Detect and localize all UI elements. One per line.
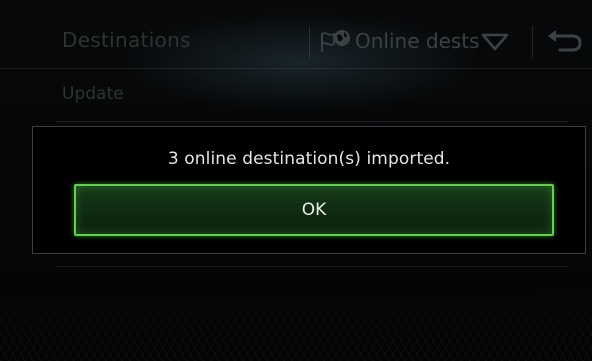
- online-dests-dropdown[interactable]: Online dests: [314, 24, 528, 60]
- back-arrow-icon: [548, 30, 582, 52]
- page-title: Destinations: [62, 28, 191, 52]
- ok-button[interactable]: OK: [74, 184, 554, 236]
- navigation-screen: Destinations Online dests Update 3 onlin…: [0, 0, 592, 361]
- chevron-down-icon: [481, 33, 509, 51]
- list-item-update[interactable]: Update: [0, 70, 592, 122]
- dialog-message: 3 online destination(s) imported.: [167, 149, 451, 169]
- list-separator: [56, 121, 568, 122]
- online-destinations-icon: [321, 30, 350, 52]
- back-button[interactable]: [538, 24, 586, 60]
- online-dests-label: Online dests: [355, 29, 480, 53]
- ok-button-label: OK: [301, 200, 327, 220]
- list-item-label: Update: [62, 84, 124, 104]
- list-separator: [56, 266, 568, 267]
- bottom-texture: [0, 281, 592, 361]
- header-bar: Destinations Online dests: [0, 0, 592, 69]
- header-divider: [309, 26, 310, 58]
- import-confirmation-dialog: 3 online destination(s) imported. OK: [32, 126, 586, 254]
- header-divider: [532, 26, 533, 58]
